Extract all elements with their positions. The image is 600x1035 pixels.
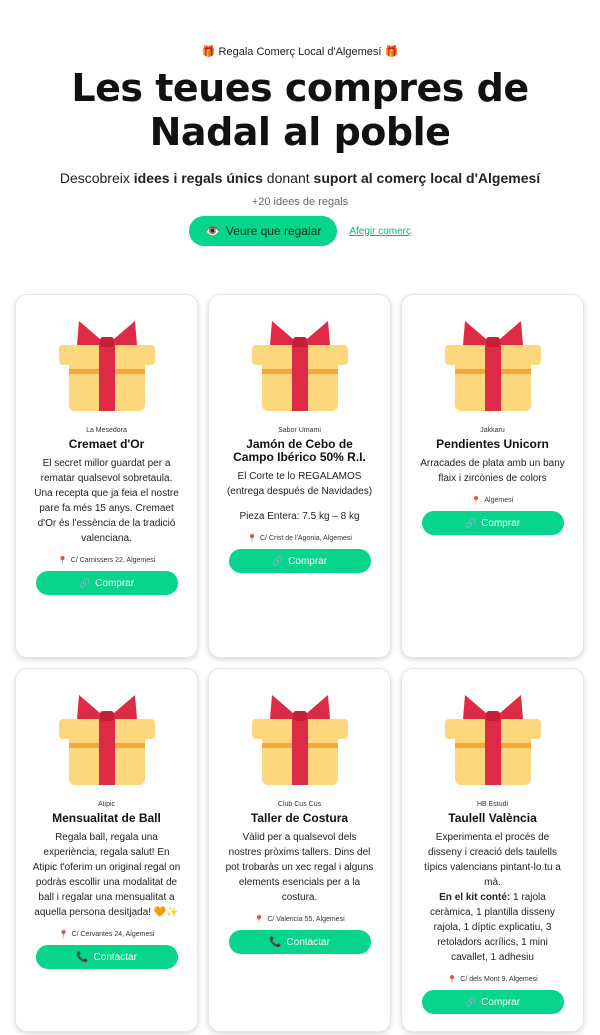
product-description: El secret millor guardat per a rematar q… bbox=[34, 458, 179, 544]
product-name: Pendientes Unicorn bbox=[436, 437, 549, 451]
gift-card: Jakkaru Pendientes Unicorn Arracades de … bbox=[401, 294, 584, 658]
buy-button[interactable]: 🔗 Comprar bbox=[421, 990, 564, 1014]
contact-button[interactable]: 📞 Contactar bbox=[228, 930, 371, 954]
location-pin-icon: 📍 bbox=[247, 534, 257, 543]
eye-icon: 👁️ bbox=[204, 224, 220, 238]
link-icon: 🔗 bbox=[464, 517, 477, 528]
shop-address: 📍 C/ Carnissers 22, Algemesi bbox=[57, 556, 156, 565]
title-line-1: Les teues compres de bbox=[71, 66, 529, 110]
eyebrow-text: 🎁 Regala Comerç Local d'Algemesí 🎁 bbox=[201, 46, 399, 58]
subtitle: Descobreix idees i regals únics donant s… bbox=[59, 170, 541, 186]
buy-button[interactable]: 🔗 Comprar bbox=[228, 549, 371, 573]
shop-address: 📍 C/ Cervantes 24, Algemesi bbox=[58, 930, 155, 939]
link-icon: 🔗 bbox=[464, 996, 477, 1007]
phone-icon: 📞 bbox=[76, 951, 89, 963]
page-title: Les teues compres de Nadal al poble bbox=[0, 66, 600, 154]
ideas-count: +20 idees de regals bbox=[251, 196, 349, 208]
product-name: Taulell València bbox=[448, 811, 537, 825]
location-pin-icon: 📍 bbox=[57, 556, 68, 565]
product-name: Cremaet d'Or bbox=[68, 437, 145, 451]
shop-address: 📍 C/ dels Mont 9, Algemesi bbox=[447, 975, 538, 984]
gift-card: Atipic Mensualitat de Ball Regala ball, … bbox=[15, 668, 198, 1032]
shop-address: 📍 Algemesí bbox=[471, 496, 514, 505]
vendor-name: Club Cus Cus bbox=[277, 801, 322, 808]
kit-contents: En el kit conté: 1 rajola ceràmica, 1 pl… bbox=[429, 892, 556, 963]
contact-button[interactable]: 📞 Contactar bbox=[35, 945, 178, 969]
gift-icon bbox=[251, 695, 348, 785]
gift-icon bbox=[444, 695, 541, 785]
buy-button[interactable]: 🔗 Comprar bbox=[421, 511, 564, 535]
hero: 🎁 Regala Comerç Local d'Algemesí 🎁 Les t… bbox=[0, 0, 600, 246]
product-description: El Corte te lo REGALAMOS (entrega despué… bbox=[226, 471, 373, 497]
vendor-name: Jakkaru bbox=[480, 427, 505, 434]
product-description: Vàlid per a qualsevol dels nostres pròxi… bbox=[225, 832, 374, 903]
gift-icon bbox=[58, 321, 155, 411]
product-name: Taller de Costura bbox=[250, 811, 349, 825]
product-weight: Pieza Entera: 7.5 kg – 8 kg bbox=[239, 511, 360, 522]
location-pin-icon: 📍 bbox=[471, 496, 482, 505]
gift-card: La Mesedora Cremaet d'Or El secret millo… bbox=[15, 294, 198, 658]
link-icon: 🔗 bbox=[78, 577, 91, 588]
product-name: Mensualitat de Ball bbox=[52, 811, 161, 825]
title-line-2: Nadal al poble bbox=[149, 110, 451, 154]
gift-icon bbox=[251, 321, 348, 411]
product-name: Jamón de Cebo de Campo Ibérico 50% R.I. bbox=[233, 437, 366, 464]
see-gifts-button[interactable]: 👁️ Veure que regalar bbox=[188, 216, 338, 246]
phone-icon: 📞 bbox=[269, 936, 282, 948]
vendor-name: Atipic bbox=[97, 801, 116, 808]
product-description: Regala ball, regala una experiència, reg… bbox=[32, 832, 181, 918]
cta-row: 👁️ Veure que regalar Afegir comerç bbox=[0, 216, 600, 246]
product-description: Arracades de plata amb un bany flaix i z… bbox=[420, 458, 565, 484]
product-description: Experimenta el procés de disseny i creac… bbox=[424, 832, 561, 888]
vendor-name: La Mesedora bbox=[86, 427, 127, 434]
gift-icon bbox=[444, 321, 541, 411]
gift-card: HB Estudi Taulell València Experimenta e… bbox=[401, 668, 584, 1032]
gift-icon bbox=[58, 695, 155, 785]
location-pin-icon: 📍 bbox=[447, 975, 458, 984]
link-icon: 🔗 bbox=[271, 555, 284, 566]
gift-card: Club Cus Cus Taller de Costura Vàlid per… bbox=[208, 668, 391, 1032]
gift-grid: La Mesedora Cremaet d'Or El secret millo… bbox=[15, 294, 585, 1032]
location-pin-icon: 📍 bbox=[254, 915, 265, 924]
location-pin-icon: 📍 bbox=[58, 930, 69, 939]
vendor-name: Sabor Umami bbox=[278, 427, 321, 434]
vendor-name: HB Estudi bbox=[476, 801, 509, 808]
shop-address: 📍 C/ Crist de l'Agonia, Algemesi bbox=[247, 534, 352, 543]
add-shop-link[interactable]: Afegir comerç bbox=[349, 226, 411, 237]
gift-card: Sabor Umami Jamón de Cebo de Campo Ibéri… bbox=[208, 294, 391, 658]
shop-address: 📍 C/ Valencia 55, Algemesi bbox=[254, 915, 345, 924]
buy-button[interactable]: 🔗 Comprar bbox=[35, 571, 178, 595]
